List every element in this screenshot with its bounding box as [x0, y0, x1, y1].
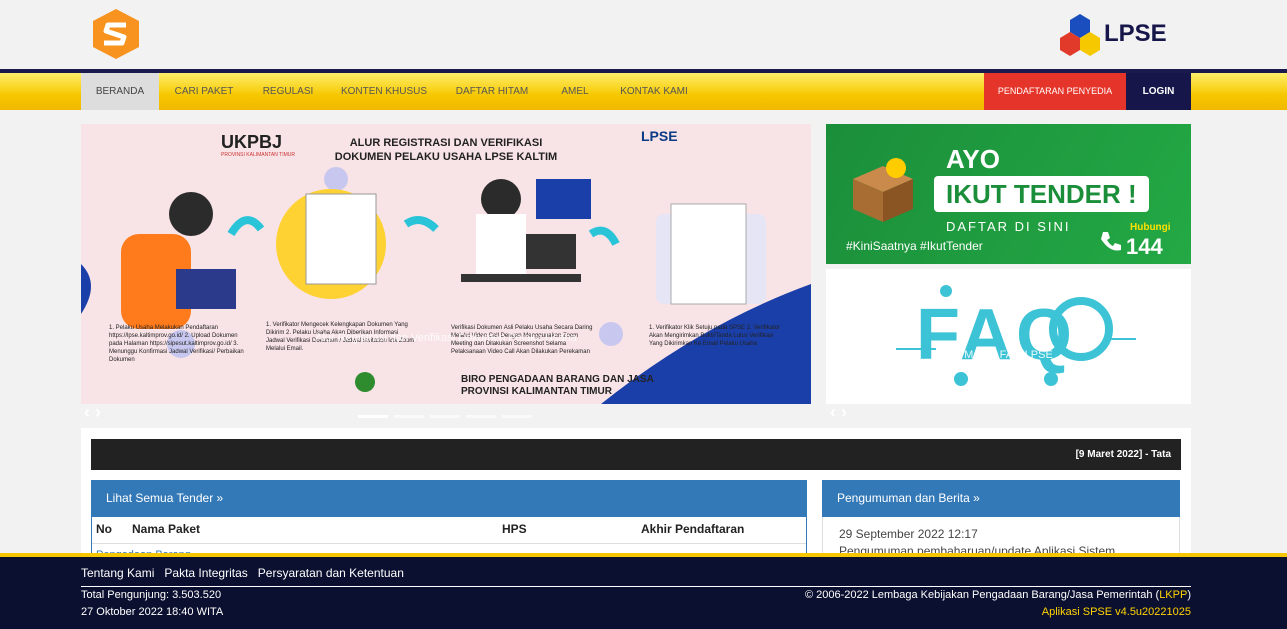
carousel-dot[interactable]: [466, 415, 496, 418]
nav-konten-khusus[interactable]: KONTEN KHUSUS: [332, 73, 436, 110]
carousel-dot[interactable]: [358, 415, 388, 418]
ikut-tender-banner[interactable]: AYO IKUT TENDER ! DAFTAR DI SINI #KiniSa…: [826, 124, 1191, 264]
nav-amel[interactable]: AMEL: [548, 73, 602, 110]
lpse-logo[interactable]: LPSE: [1060, 12, 1170, 56]
faq-prev-next-icon[interactable]: ‹ ›: [830, 402, 847, 423]
visitor-count: Total Pengunjung: 3.503.520: [81, 589, 222, 601]
carousel-dot[interactable]: [394, 415, 424, 418]
carousel-dot[interactable]: [430, 415, 460, 418]
step-1-text: 1. Pelaku Usaha Melakukan Pendaftaran ht…: [109, 325, 244, 363]
footer-datetime: 27 Oktober 2022 18:40 WITA: [81, 606, 224, 618]
nav-daftar-hitam[interactable]: DAFTAR HITAM: [444, 73, 540, 110]
banner-ikut-tender: IKUT TENDER !: [934, 176, 1149, 212]
carousel-dot[interactable]: [502, 415, 532, 418]
main-carousel[interactable]: UKPBJ PROVINSI KALIMANTAN TIMUR LPSE ALU…: [81, 124, 811, 404]
register-provider-button[interactable]: PENDAFTARAN PENYEDIA: [984, 73, 1126, 110]
tender-table: No Nama Paket HPS Akhir Pendaftaran Peng…: [91, 517, 807, 561]
announcement-ticker[interactable]: [9 Maret 2022] - Tata: [91, 439, 1181, 470]
banner-hubungi: Hubungi: [1130, 222, 1171, 233]
slide-caption: Alur Registrasi dan Verifikasi Dokumen P…: [315, 332, 577, 344]
phone-icon: [1101, 232, 1121, 251]
col-no: No: [96, 522, 112, 536]
carousel-indicators: [358, 415, 532, 418]
footer-link-pakta[interactable]: Pakta Integritas: [164, 566, 247, 580]
nav-cari-paket[interactable]: CARI PAKET: [165, 73, 243, 110]
footer-links: Tentang Kami Pakta Integritas Persyarata…: [81, 566, 404, 580]
col-akhir-pendaftaran: Akhir Pendaftaran: [641, 522, 745, 536]
news-date: 29 September 2022 12:17: [839, 527, 978, 541]
footer-link-persyaratan[interactable]: Persyaratan dan Ketentuan: [258, 566, 404, 580]
carousel-prev-next-icon[interactable]: ‹ ›: [84, 402, 101, 423]
banner-number: 144: [1126, 234, 1163, 259]
package-box-icon: [853, 158, 913, 222]
main-navbar: BERANDA CARI PAKET REGULASI KONTEN KHUSU…: [0, 69, 1287, 110]
col-nama-paket: Nama Paket: [132, 522, 201, 536]
nav-beranda[interactable]: BERANDA: [81, 73, 159, 110]
tender-panel-header[interactable]: Lihat Semua Tender »: [91, 480, 807, 517]
table-divider: [92, 543, 806, 544]
footer-divider: [81, 586, 1191, 587]
news-list: 29 September 2022 12:17 Pengumuman pemba…: [822, 517, 1180, 558]
col-hps: HPS: [502, 522, 527, 536]
app-version: Aplikasi SPSE v4.5u20221025: [1041, 606, 1191, 618]
faq-banner[interactable]: FAQ Mobile FAQ LPSE: [826, 269, 1191, 404]
lkpp-link[interactable]: LKPP: [1159, 589, 1187, 601]
footer-copyright: © 2006-2022 Lembaga Kebijakan Pengadaan …: [804, 589, 1191, 601]
banner-hashtag: #KiniSaatnya #IkutTender: [846, 239, 983, 253]
site-header: LPSE: [0, 0, 1287, 69]
biro-title: BIRO PENGADAAN BARANG DAN JASA PROVINSI …: [461, 374, 654, 397]
lpse-logo-text: LPSE: [1104, 20, 1167, 47]
faq-big-text: FAQ: [916, 295, 1077, 375]
news-panel-header[interactable]: Pengumuman dan Berita »: [822, 480, 1180, 517]
banner-ayo: AYO: [946, 144, 1000, 174]
footer-link-tentang[interactable]: Tentang Kami: [81, 566, 154, 580]
nav-kontak-kami[interactable]: KONTAK KAMI: [610, 73, 698, 110]
spse-logo-icon[interactable]: [93, 9, 139, 59]
faq-caption: Mobile FAQ LPSE: [964, 349, 1053, 361]
slide-title: ALUR REGISTRASI DAN VERIFIKASI DOKUMEN P…: [334, 137, 558, 163]
login-button[interactable]: LOGIN: [1126, 73, 1191, 110]
banner-daftar: DAFTAR DI SINI: [946, 219, 1071, 234]
content-area: [9 Maret 2022] - Tata Lihat Semua Tender…: [81, 428, 1191, 561]
site-footer: Tentang Kami Pakta Integritas Persyarata…: [0, 553, 1287, 629]
nav-regulasi[interactable]: REGULASI: [250, 73, 326, 110]
